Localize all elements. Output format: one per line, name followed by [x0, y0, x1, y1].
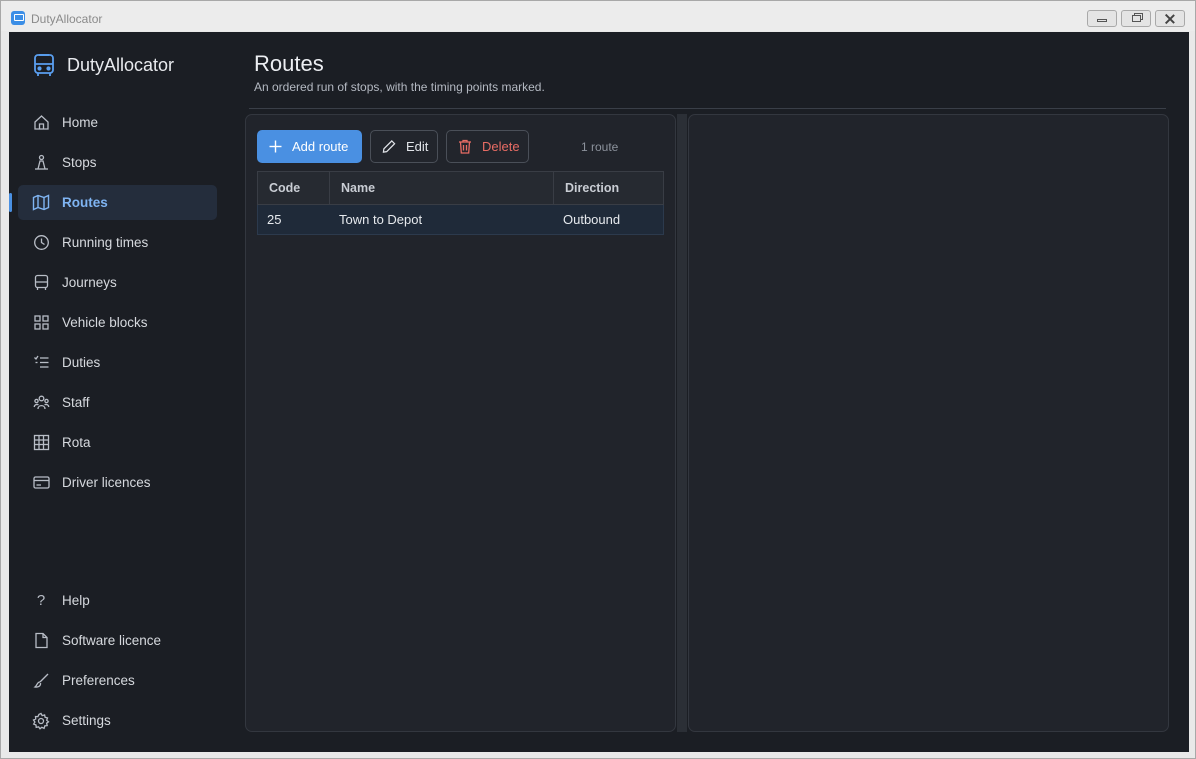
nav-label-settings: Settings [62, 713, 111, 728]
column-header-name[interactable]: Name [330, 172, 554, 204]
window-title: DutyAllocator [31, 12, 103, 26]
nav-label-running-times: Running times [62, 235, 149, 250]
nav-item-software-licence[interactable]: Software licence [18, 623, 217, 658]
nav-item-staff[interactable]: Staff [18, 385, 217, 420]
brand-name: DutyAllocator [67, 54, 175, 75]
panel-splitter[interactable] [677, 114, 687, 732]
close-icon [1165, 14, 1175, 24]
plus-icon [268, 140, 282, 154]
delete-label: Delete [482, 139, 520, 154]
cell-name: Town to Depot [339, 212, 423, 227]
nav-item-vehicle-blocks[interactable]: Vehicle blocks [18, 305, 217, 340]
route-detail-panel [688, 114, 1169, 732]
nav-item-settings[interactable]: Settings [18, 703, 217, 738]
clock-icon [32, 234, 50, 252]
title-bar[interactable]: DutyAllocator [1, 1, 1195, 31]
people-icon [32, 394, 50, 412]
header-divider [249, 108, 1166, 109]
edit-button[interactable]: Edit [370, 130, 438, 163]
nav-label-rota: Rota [62, 435, 91, 450]
routes-table: Code Name Direction 25 Town to Depot Out… [257, 171, 664, 235]
card-icon [32, 474, 50, 492]
gear-icon [32, 712, 50, 730]
brush-icon [32, 672, 50, 690]
nav-label-duties: Duties [62, 355, 101, 370]
maximize-button[interactable] [1121, 10, 1151, 27]
nav-item-stops[interactable]: Stops [18, 145, 217, 180]
trash-icon [458, 139, 472, 154]
nav-item-routes[interactable]: Routes [9, 185, 217, 220]
minimize-icon [1097, 19, 1107, 22]
app-window: DutyAllocator DutyAllocator Home Stops R… [0, 0, 1196, 759]
column-header-code[interactable]: Code [258, 172, 330, 204]
app-icon [11, 11, 25, 25]
cell-code: 25 [267, 212, 282, 227]
nav-item-journeys[interactable]: Journeys [18, 265, 217, 300]
checklist-icon [32, 354, 50, 372]
nav-label-stops: Stops [62, 155, 97, 170]
edit-label: Edit [406, 139, 429, 154]
document-icon [32, 632, 50, 650]
nav-label-journeys: Journeys [62, 275, 117, 290]
map-icon [32, 194, 50, 212]
nav-label-routes: Routes [62, 195, 108, 210]
maximize-icon [1131, 15, 1141, 22]
table-header: Code Name Direction [257, 171, 664, 205]
nav-label-vehicle-blocks: Vehicle blocks [62, 315, 148, 330]
nav-label-home: Home [62, 115, 99, 130]
minimize-button[interactable] [1087, 10, 1117, 27]
table-row[interactable]: 25 Town to Depot Outbound [257, 205, 664, 235]
sidebar: DutyAllocator Home Stops Routes Running … [9, 32, 237, 752]
nav-item-duties[interactable]: Duties [18, 345, 217, 380]
nav-item-rota[interactable]: Rota [18, 425, 217, 460]
pencil-icon [382, 140, 396, 154]
nav-label-driver-licences: Driver licences [62, 475, 151, 490]
delete-button[interactable]: Delete [446, 130, 529, 163]
question-icon: ? [36, 592, 46, 609]
client-area: DutyAllocator Home Stops Routes Running … [9, 32, 1189, 752]
nav-item-home[interactable]: Home [18, 105, 217, 140]
table-icon [32, 434, 50, 452]
add-route-label: Add route [292, 139, 349, 154]
home-icon [32, 114, 50, 132]
routes-list-panel: Add route Edit Delete 1 route Code Name … [245, 114, 676, 732]
page-title: Routes [254, 51, 324, 76]
close-button[interactable] [1155, 10, 1185, 27]
bus-icon [32, 274, 50, 292]
brand: DutyAllocator [31, 52, 174, 78]
nav-label-preferences: Preferences [62, 673, 135, 688]
nav-label-software-licence: Software licence [62, 633, 162, 648]
bus-logo-icon [31, 52, 57, 78]
nav-item-running-times[interactable]: Running times [18, 225, 217, 260]
nav-item-preferences[interactable]: Preferences [18, 663, 217, 698]
route-count: 1 route [581, 140, 619, 154]
nav-item-help[interactable]: ? Help [18, 583, 217, 618]
bus-stop-icon [32, 154, 50, 172]
nav-label-help: Help [62, 593, 90, 608]
active-indicator [9, 193, 12, 212]
add-route-button[interactable]: Add route [257, 130, 362, 163]
page-subtitle: An ordered run of stops, with the timing… [254, 80, 545, 94]
column-header-direction[interactable]: Direction [554, 172, 663, 204]
cell-direction: Outbound [563, 212, 621, 227]
nav-label-staff: Staff [62, 395, 90, 410]
grid-icon [32, 314, 50, 332]
nav-item-driver-licences[interactable]: Driver licences [18, 465, 217, 500]
